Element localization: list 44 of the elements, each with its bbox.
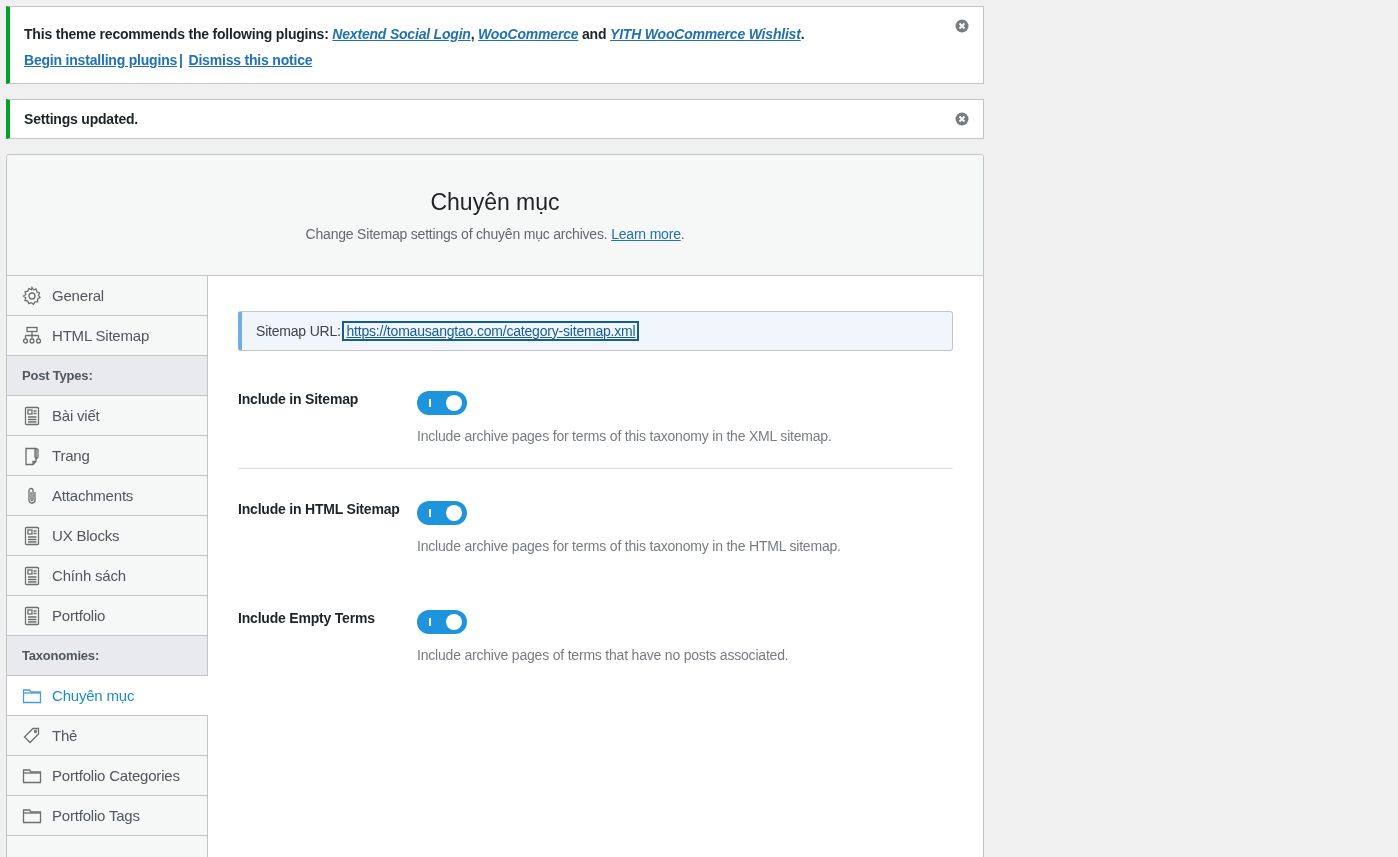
setting-description: Include archive pages of terms that have no posts associated. [417,647,789,663]
document-icon [22,405,42,426]
page-description: Change Sitemap settings of chuyên mục archives. Learn more. [304,226,686,242]
sidebar-item[interactable]: Bài viết [7,396,207,436]
plugin-link[interactable]: YITH WooCommerce Wishlist [610,26,801,42]
toggle-switch[interactable] [417,391,467,415]
toggle-switch[interactable] [417,610,467,634]
setting-description: Include archive pages for terms of this taxonomy in the XML sitemap. [417,428,832,444]
plugin-link[interactable]: WooCommerce [478,26,579,42]
sidebar-item[interactable]: Chính sách [7,556,207,596]
notice-action-link[interactable]: Begin installing plugins [24,52,178,68]
sidebar-item[interactable]: Attachments [7,476,207,516]
notice-action-link[interactable]: Dismiss this notice [188,52,313,68]
sidebar-heading: Taxonomies: [7,636,207,676]
link-separator: | [179,52,183,68]
sidebar-item[interactable]: General [7,276,207,316]
page-icon [22,445,42,466]
sitemap-url-label: Sitemap URL: [256,323,341,339]
close-icon[interactable] [955,19,969,33]
learn-more-link[interactable]: Learn more [611,226,681,242]
notice-message: Settings updated. [24,111,139,127]
close-icon[interactable] [955,112,969,126]
tag-icon [22,725,42,746]
setting-description: Include archive pages for terms of this taxonomy in the HTML sitemap. [417,538,841,554]
toggle-switch[interactable] [417,501,467,525]
setting-label: Include in Sitemap [238,391,360,409]
sidebar-item[interactable]: Trang [7,436,207,476]
sitemap-url-link[interactable]: https://tomausangtao.com/category-sitemap.xml [344,323,638,339]
notice-message: This theme recommends the following plugins: Nextend Social Login, WooCommerce and YITH WooCommerce Wishlist. [24,26,805,42]
document-icon [22,605,42,626]
sidebar-item[interactable]: UX Blocks [7,516,207,556]
document-icon [22,565,42,586]
sitemap-icon [22,325,42,346]
setting-label: Include Empty Terms [238,610,376,628]
plugin-link[interactable]: Nextend Social Login [332,26,471,42]
setting-label: Include in HTML Sitemap [238,501,401,519]
sidebar-item[interactable]: Thẻ [7,716,207,756]
document-icon [22,525,42,546]
sidebar-item[interactable]: Portfolio Categories [7,756,207,796]
sidebar-item[interactable]: Portfolio Tags [7,796,207,836]
settings-icon [22,285,42,306]
page-title: Chuyên mục [429,189,561,216]
sidebar-item[interactable]: Chuyên mục [7,676,208,716]
sidebar-heading: Post Types: [7,356,207,396]
